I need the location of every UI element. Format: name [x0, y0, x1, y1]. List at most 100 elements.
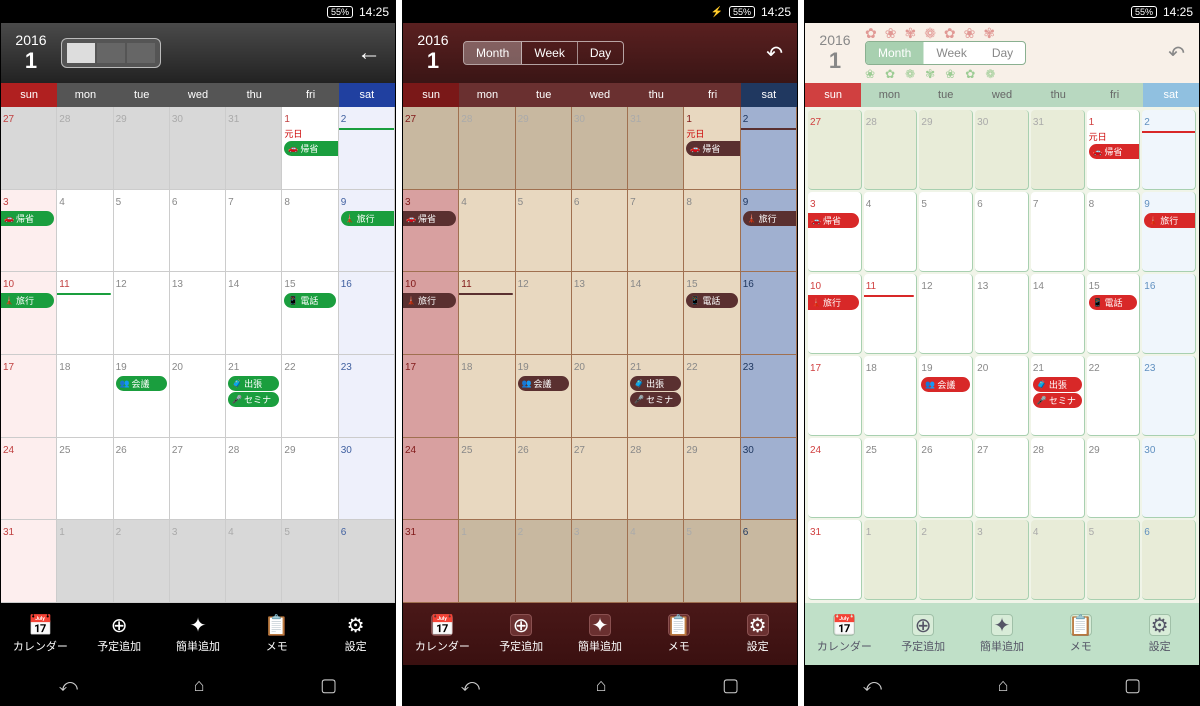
event-chip[interactable]: [459, 293, 512, 295]
day-cell[interactable]: 11: [864, 274, 918, 354]
day-cell[interactable]: 30: [741, 438, 797, 521]
day-cell[interactable]: 29: [1087, 438, 1141, 518]
day-cell[interactable]: 16: [741, 272, 797, 355]
day-cell[interactable]: 26: [114, 438, 170, 521]
day-cell[interactable]: 6: [1142, 520, 1196, 600]
event-chip[interactable]: 🚗帰省: [403, 211, 456, 226]
day-cell[interactable]: 6: [170, 190, 226, 273]
day-cell[interactable]: 30: [975, 110, 1029, 190]
day-cell[interactable]: 29: [516, 107, 572, 190]
toolbar-calendar-button[interactable]: 📅カレンダー: [403, 603, 482, 665]
day-cell[interactable]: 15📱電話: [282, 272, 338, 355]
toolbar-star-plus-button[interactable]: ✦簡単追加: [159, 603, 238, 665]
day-cell[interactable]: 22: [684, 355, 740, 438]
day-cell[interactable]: 4: [628, 520, 684, 603]
event-chip[interactable]: 🚗帰省: [808, 213, 859, 228]
toolbar-note-button[interactable]: 📋メモ: [1041, 603, 1120, 665]
day-cell[interactable]: 14: [628, 272, 684, 355]
event-chip[interactable]: [864, 295, 915, 297]
event-chip[interactable]: 🚗帰省: [1089, 144, 1141, 159]
day-cell[interactable]: 6: [339, 520, 395, 603]
day-cell[interactable]: 7: [628, 190, 684, 273]
toolbar-star-plus-button[interactable]: ✦簡単追加: [963, 603, 1042, 665]
day-cell[interactable]: 6: [741, 520, 797, 603]
day-cell[interactable]: 25: [57, 438, 113, 521]
day-cell[interactable]: 2: [339, 107, 395, 190]
day-cell[interactable]: 3: [170, 520, 226, 603]
day-cell[interactable]: 22: [282, 355, 338, 438]
event-chip[interactable]: 🎤セミナ: [228, 392, 279, 407]
home-icon[interactable]: ⌂: [194, 675, 205, 696]
day-cell[interactable]: 2: [919, 520, 973, 600]
event-chip[interactable]: [741, 128, 797, 130]
view-tab-day[interactable]: [127, 43, 155, 63]
day-cell[interactable]: 28: [226, 438, 282, 521]
day-cell[interactable]: 20: [170, 355, 226, 438]
day-cell[interactable]: 17: [1, 355, 57, 438]
day-cell[interactable]: 27: [403, 107, 459, 190]
event-chip[interactable]: 🗼旅行: [743, 211, 797, 226]
event-chip[interactable]: 🗼旅行: [1144, 213, 1196, 228]
event-chip[interactable]: [339, 128, 395, 130]
back-button[interactable]: ←: [349, 35, 389, 71]
day-cell[interactable]: 21🧳出張🎤セミナ: [628, 355, 684, 438]
event-chip[interactable]: 🧳出張: [228, 376, 279, 391]
view-tab-day[interactable]: Day: [578, 42, 623, 64]
day-cell[interactable]: 18: [864, 356, 918, 436]
event-chip[interactable]: 🗼旅行: [808, 295, 859, 310]
view-tab-week[interactable]: Week: [522, 42, 577, 64]
day-cell[interactable]: 21🧳出張🎤セミナ: [226, 355, 282, 438]
back-button[interactable]: ↶: [758, 37, 791, 70]
day-cell[interactable]: 29: [684, 438, 740, 521]
day-cell[interactable]: 28: [1031, 438, 1085, 518]
day-cell[interactable]: 9🗼旅行: [741, 190, 797, 273]
day-cell[interactable]: 12: [114, 272, 170, 355]
event-chip[interactable]: 🚗帰省: [1, 211, 54, 226]
event-chip[interactable]: 📱電話: [1089, 295, 1138, 310]
day-cell[interactable]: 2: [516, 520, 572, 603]
day-cell[interactable]: 20: [572, 355, 628, 438]
event-chip[interactable]: 🎤セミナ: [630, 392, 681, 407]
year-month-label[interactable]: 20161: [7, 32, 55, 74]
day-cell[interactable]: 17: [403, 355, 459, 438]
day-cell[interactable]: 5: [919, 192, 973, 272]
day-cell[interactable]: 24: [1, 438, 57, 521]
day-cell[interactable]: 1元日🚗帰省: [1087, 110, 1141, 190]
day-cell[interactable]: 26: [919, 438, 973, 518]
event-chip[interactable]: 🗼旅行: [403, 293, 456, 308]
back-button[interactable]: ↶: [1160, 37, 1193, 70]
day-cell[interactable]: 3🚗帰省: [808, 192, 862, 272]
toolbar-gear-button[interactable]: ⚙設定: [316, 603, 395, 665]
day-cell[interactable]: 24: [403, 438, 459, 521]
day-cell[interactable]: 4: [459, 190, 515, 273]
day-cell[interactable]: 12: [516, 272, 572, 355]
view-tab-day[interactable]: Day: [980, 42, 1025, 64]
toolbar-plus-button[interactable]: ⊕予定追加: [80, 603, 159, 665]
day-cell[interactable]: 16: [1142, 274, 1196, 354]
day-cell[interactable]: 6: [975, 192, 1029, 272]
day-cell[interactable]: 9🗼旅行: [339, 190, 395, 273]
day-cell[interactable]: 23: [1142, 356, 1196, 436]
day-cell[interactable]: 12: [919, 274, 973, 354]
day-cell[interactable]: 15📱電話: [684, 272, 740, 355]
event-chip[interactable]: 📱電話: [686, 293, 737, 308]
back-icon[interactable]: ⤺: [59, 675, 78, 696]
day-cell[interactable]: 17: [808, 356, 862, 436]
day-cell[interactable]: 9🗼旅行: [1142, 192, 1196, 272]
toolbar-note-button[interactable]: 📋メモ: [639, 603, 718, 665]
day-cell[interactable]: 10🗼旅行: [808, 274, 862, 354]
day-cell[interactable]: 14: [226, 272, 282, 355]
day-cell[interactable]: 5: [516, 190, 572, 273]
day-cell[interactable]: 13: [170, 272, 226, 355]
day-cell[interactable]: 1: [459, 520, 515, 603]
event-chip[interactable]: [57, 293, 110, 295]
day-cell[interactable]: 13: [975, 274, 1029, 354]
day-cell[interactable]: 29: [282, 438, 338, 521]
day-cell[interactable]: 7: [1031, 192, 1085, 272]
day-cell[interactable]: 23: [741, 355, 797, 438]
day-cell[interactable]: 28: [57, 107, 113, 190]
day-cell[interactable]: 1: [864, 520, 918, 600]
event-chip[interactable]: 🗼旅行: [1, 293, 54, 308]
day-cell[interactable]: 8: [684, 190, 740, 273]
day-cell[interactable]: 19👥会議: [114, 355, 170, 438]
